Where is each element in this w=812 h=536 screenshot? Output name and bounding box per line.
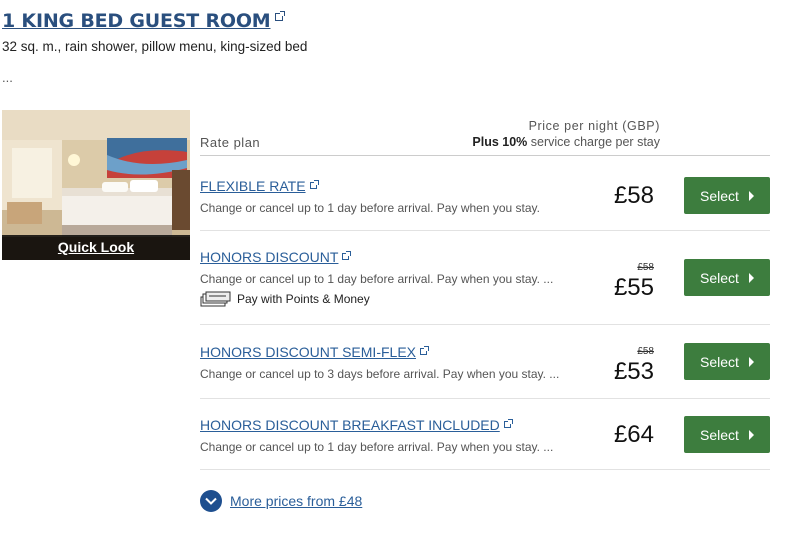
external-link-icon xyxy=(342,251,352,260)
room-description-more[interactable]: ... xyxy=(2,70,13,85)
rate-name-link[interactable]: HONORS DISCOUNT SEMI-FLEX xyxy=(200,344,429,360)
select-button[interactable]: Select xyxy=(684,416,770,453)
external-link-icon xyxy=(503,419,513,428)
select-label: Select xyxy=(700,187,739,204)
external-link-icon xyxy=(274,11,285,21)
pay-with-points-label[interactable]: Pay with Points & Money xyxy=(237,292,370,306)
rate-name[interactable]: HONORS DISCOUNT BREAKFAST INCLUDED xyxy=(200,417,500,433)
service-charge-note: Plus 10% service charge per stay xyxy=(472,134,660,150)
rate-price: £64 xyxy=(613,421,654,448)
chevron-right-icon xyxy=(748,190,754,201)
rate-original-price: £58 xyxy=(637,346,654,357)
rate-price: £55 xyxy=(613,274,654,301)
rate-name[interactable]: HONORS DISCOUNT SEMI-FLEX xyxy=(200,344,416,360)
rate-description: Change or cancel up to 1 day before arri… xyxy=(200,272,554,286)
room-title[interactable]: 1 KING BED GUEST ROOM xyxy=(2,10,285,32)
more-prices-link[interactable]: More prices from £48 xyxy=(200,490,362,512)
more-prices-label[interactable]: More prices from £48 xyxy=(230,493,362,509)
chevron-right-icon xyxy=(748,356,754,367)
points-money-icon xyxy=(200,291,231,307)
rate-name[interactable]: FLEXIBLE RATE xyxy=(200,178,306,194)
chevron-right-icon xyxy=(748,429,754,440)
rate-name-link[interactable]: FLEXIBLE RATE xyxy=(200,178,319,194)
rates-header: Rate plan Price per night (GBP) Plus 10%… xyxy=(200,112,770,156)
external-link-icon xyxy=(420,346,429,355)
rate-name-link[interactable]: HONORS DISCOUNT xyxy=(200,249,352,265)
rate-original-price: £58 xyxy=(637,262,654,273)
select-label: Select xyxy=(700,353,739,370)
rates-table: Rate plan Price per night (GBP) Plus 10%… xyxy=(200,112,770,470)
rate-name-link[interactable]: HONORS DISCOUNT BREAKFAST INCLUDED xyxy=(200,417,513,433)
service-charge-text: service charge per stay xyxy=(527,135,660,149)
quick-look-link[interactable]: Quick Look xyxy=(2,235,190,260)
rate-description: Change or cancel up to 1 day before arri… xyxy=(200,440,554,454)
price-per-night-label: Price per night (GBP) xyxy=(528,119,660,133)
rate-row: HONORS DISCOUNT Change or cancel up to 1… xyxy=(200,231,770,325)
rate-name[interactable]: HONORS DISCOUNT xyxy=(200,249,338,265)
rate-row: HONORS DISCOUNT SEMI-FLEX Change or canc… xyxy=(200,325,770,399)
room-description: 32 sq. m., rain shower, pillow menu, kin… xyxy=(2,39,308,54)
chevron-down-icon[interactable] xyxy=(200,490,222,512)
room-photo[interactable]: Quick Look xyxy=(2,110,190,260)
rate-row: HONORS DISCOUNT BREAKFAST INCLUDED Chang… xyxy=(200,399,770,470)
rate-price: £53 xyxy=(613,358,654,385)
rate-description: Change or cancel up to 3 days before arr… xyxy=(200,367,560,381)
rate-description: Change or cancel up to 1 day before arri… xyxy=(200,201,540,215)
room-title-label[interactable]: 1 KING BED GUEST ROOM xyxy=(2,10,271,32)
select-button[interactable]: Select xyxy=(684,259,770,296)
service-charge-amount: Plus 10% xyxy=(472,135,528,149)
pay-with-points[interactable]: Pay with Points & Money xyxy=(200,291,370,307)
select-label: Select xyxy=(700,269,739,286)
chevron-right-icon xyxy=(748,272,754,283)
select-button[interactable]: Select xyxy=(684,177,770,214)
rate-row: FLEXIBLE RATE Change or cancel up to 1 d… xyxy=(200,156,770,231)
rate-price: £58 xyxy=(613,182,654,209)
external-link-icon xyxy=(309,180,319,189)
select-button[interactable]: Select xyxy=(684,343,770,380)
price-heading: Price per night (GBP) Plus 10% service c… xyxy=(472,118,660,150)
rate-plan-heading: Rate plan xyxy=(200,135,261,150)
select-label: Select xyxy=(700,426,739,443)
